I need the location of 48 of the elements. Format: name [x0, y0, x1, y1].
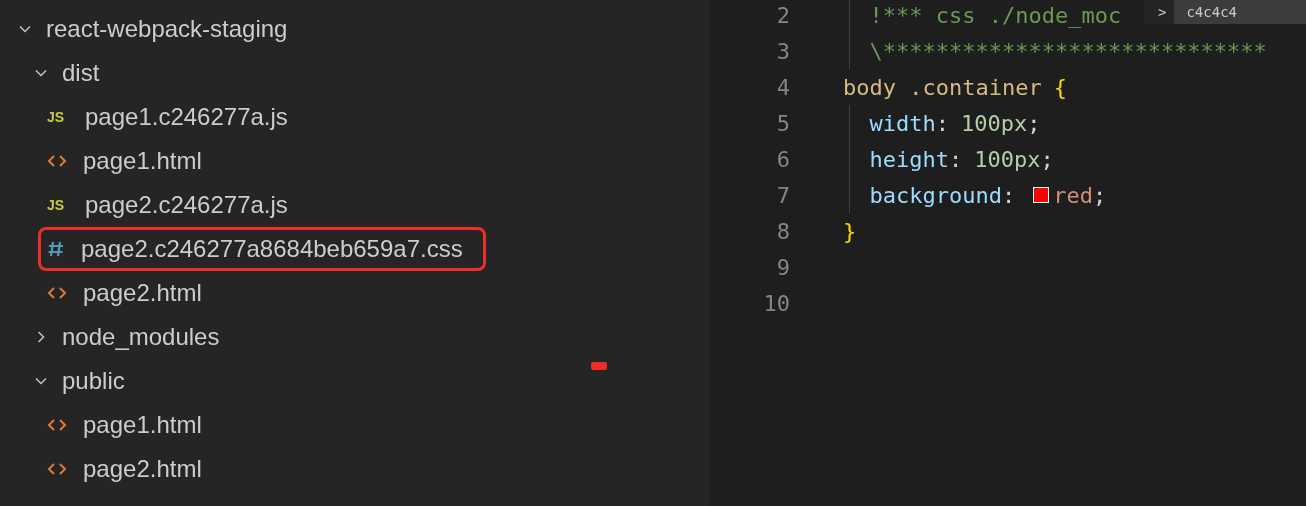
line-number: 7: [775, 181, 790, 210]
code-token: !*** css ./node_moc: [868, 1, 1122, 30]
code-file-icon: [47, 285, 67, 301]
line-number: 9: [775, 253, 790, 282]
file-label[interactable]: page2.c246277a.js: [85, 187, 288, 223]
code-token: height: [868, 145, 949, 174]
line-number: 3: [775, 37, 790, 66]
code-token: ;: [1040, 145, 1054, 174]
color-swatch[interactable]: [1033, 187, 1050, 203]
code-file-icon: [47, 461, 67, 477]
folder-label[interactable]: public: [62, 363, 125, 399]
file-label[interactable]: page1.c246277a.js: [85, 99, 288, 135]
code-token: background: [868, 181, 1002, 210]
code-file-icon: [47, 153, 67, 169]
code-token: :: [935, 109, 949, 138]
folder-label[interactable]: node_modules: [62, 319, 220, 355]
line-number: 5: [775, 109, 790, 138]
code-token: 100px: [960, 109, 1028, 138]
file-label[interactable]: page2.c246277a8684beb659a7.css: [81, 231, 463, 267]
code-token: }: [843, 217, 857, 246]
code-token: ;: [1092, 181, 1107, 210]
line-number: 4: [775, 73, 790, 102]
folder-label[interactable]: dist: [62, 55, 100, 91]
file-label[interactable]: page1.html: [83, 407, 202, 443]
code-token: body .container: [843, 73, 1042, 102]
line-number: 8: [775, 217, 790, 246]
code-token: \*****************************: [868, 37, 1267, 66]
js-file-icon: JS: [47, 194, 69, 216]
code-token: ;: [1027, 109, 1041, 138]
code-file-icon: [47, 417, 67, 433]
annotation-mark: [591, 362, 607, 370]
code-token: red: [1053, 181, 1093, 210]
file-label[interactable]: page1.html: [83, 143, 202, 179]
code-token: :: [948, 145, 963, 174]
chevron-glyph: >: [1158, 2, 1167, 22]
code-token: width: [868, 109, 936, 138]
line-number: 2: [775, 1, 790, 30]
code-token: {: [1053, 73, 1067, 102]
code-token: :: [1001, 181, 1016, 210]
color-value: c4c4c4: [1174, 0, 1306, 24]
line-number: 10: [762, 289, 790, 318]
code-token: 100px: [974, 145, 1041, 174]
file-label[interactable]: page2.html: [83, 451, 202, 487]
hash-icon: [47, 240, 65, 258]
line-number: 6: [775, 145, 790, 174]
file-label[interactable]: page2.html: [83, 275, 202, 311]
js-file-icon: JS: [47, 106, 69, 128]
folder-label[interactable]: react-webpack-staging: [46, 11, 288, 47]
